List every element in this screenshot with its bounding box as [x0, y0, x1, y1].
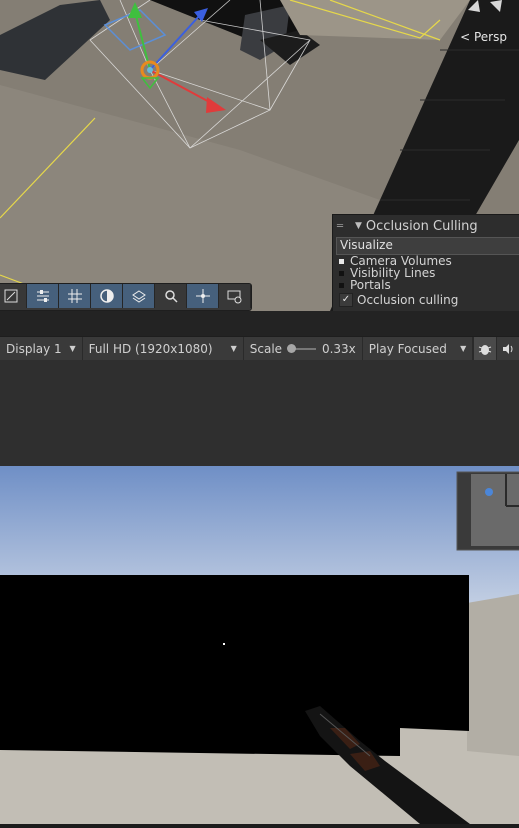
play-mode-label: Play Focused [368, 341, 447, 356]
view-options-button[interactable] [27, 284, 59, 308]
scale-slider-knob[interactable] [287, 343, 297, 353]
camera-eye-icon [227, 290, 241, 304]
move-tool-icon [195, 289, 210, 303]
scale-value: 0.33x [321, 341, 356, 356]
layers-toggle-button[interactable] [123, 284, 155, 308]
lighting-toggle-button[interactable] [91, 284, 123, 308]
collapse-triangle-icon[interactable]: ▼ [355, 221, 362, 231]
camera-button[interactable] [219, 284, 251, 308]
mute-audio-button[interactable] [496, 337, 519, 360]
projection-toggle[interactable]: < Persp [460, 30, 507, 44]
game-render[interactable] [0, 466, 519, 824]
search-button[interactable] [155, 284, 187, 308]
occlusion-culling-toggle-label: Occlusion culling [357, 293, 459, 307]
portals-checkbox[interactable] [339, 282, 344, 288]
grid-icon [67, 289, 82, 303]
gizmo-toggle-button[interactable] [0, 284, 27, 308]
dropdown-arrow-icon: ▼ [69, 344, 76, 353]
display-label: Display 1 [6, 341, 62, 356]
layers-icon [131, 290, 146, 303]
scale-label: Scale [249, 341, 283, 356]
search-icon [164, 290, 178, 303]
visibility-lines-checkbox[interactable] [339, 270, 344, 276]
resolution-label: Full HD (1920x1080) [88, 341, 213, 356]
sliders-icon [36, 290, 49, 302]
scene-view[interactable]: < Persp ═ ▼ Occlusion Culling Visualize … [0, 0, 519, 311]
game-view-toolbar: Display 1 ▼ Full HD (1920x1080) ▼ Scale … [0, 336, 519, 361]
checkmark-icon[interactable]: ✓ [339, 293, 353, 307]
portals-label: Portals [350, 278, 391, 292]
dropdown-arrow-icon: ▼ [230, 344, 237, 353]
scale-slider[interactable] [287, 343, 316, 353]
occlusion-culling-overlay: ═ ▼ Occlusion Culling Visualize Camera V… [332, 214, 519, 311]
display-dropdown[interactable]: Display 1 ▼ [0, 337, 83, 360]
occlusion-culling-toggle[interactable]: ✓ Occlusion culling [339, 293, 458, 307]
camera-volumes-checkbox[interactable] [339, 258, 344, 264]
bug-icon [479, 344, 492, 355]
speaker-icon [503, 343, 513, 354]
bottom-border [0, 824, 519, 828]
drag-handle-icon[interactable]: ═ [337, 221, 351, 232]
occlusion-panel-title: Occlusion Culling [365, 218, 478, 234]
play-mode-dropdown[interactable]: Play Focused ▼ [361, 337, 474, 360]
debug-toggle-button[interactable] [473, 337, 497, 360]
scale-control: Scale 0.33x [244, 337, 362, 360]
grid-toggle-button[interactable] [59, 284, 91, 308]
gizmo-toggle-icon [4, 289, 17, 303]
lighting-icon [99, 289, 114, 303]
move-tool-button[interactable] [187, 284, 219, 308]
resolution-dropdown[interactable]: Full HD (1920x1080) ▼ [83, 337, 244, 360]
dropdown-arrow-icon: ▼ [460, 344, 467, 353]
game-view[interactable] [0, 466, 519, 824]
visualize-dropdown[interactable]: Visualize [336, 237, 519, 255]
scene-overlay-toolbar [0, 283, 252, 311]
portals-option[interactable]: Portals [333, 278, 519, 292]
occlusion-panel-header[interactable]: ═ ▼ Occlusion Culling [333, 215, 519, 237]
player-marker-icon [485, 488, 493, 496]
panel-divider [0, 311, 519, 336]
game-view-letterbox [0, 360, 519, 466]
